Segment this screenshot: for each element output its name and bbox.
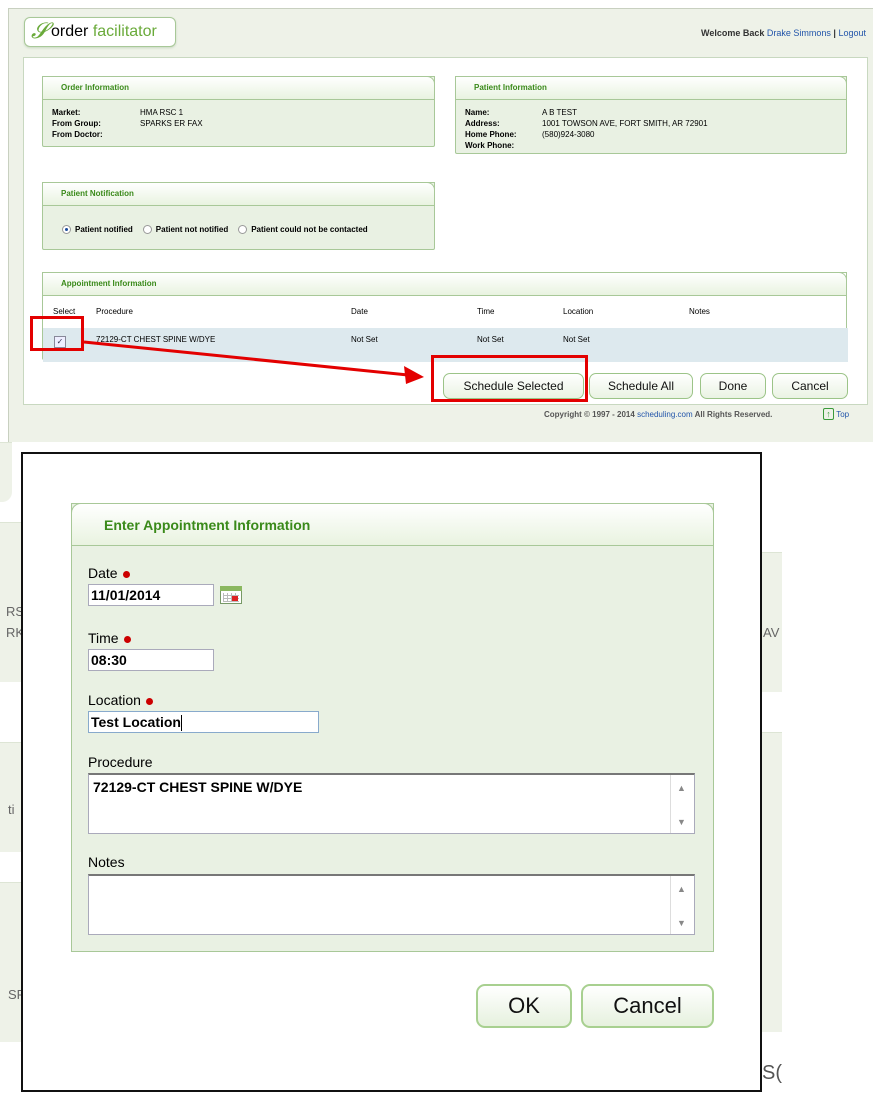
- ok-button[interactable]: OK: [476, 984, 572, 1028]
- notes-scrollbar[interactable]: ▲ ▼: [670, 876, 694, 934]
- procedure-scrollbar[interactable]: ▲ ▼: [670, 775, 694, 833]
- required-indicator: [123, 635, 131, 643]
- notes-label: Notes: [88, 854, 125, 870]
- scroll-down-icon[interactable]: ▼: [677, 918, 686, 928]
- bg-fragment: [0, 522, 21, 682]
- bg-fragment: [762, 552, 782, 692]
- location-input[interactable]: Test Location: [88, 711, 319, 733]
- annotation-arrow: [83, 340, 424, 384]
- dialog-title: Enter Appointment Information: [71, 503, 714, 546]
- appointment-form-panel: Enter Appointment Information Date 11/01…: [71, 503, 714, 952]
- bg-fragment: [0, 742, 21, 852]
- bg-fragment: [0, 442, 12, 502]
- date-label: Date: [88, 565, 130, 581]
- calendar-icon[interactable]: [220, 584, 244, 604]
- text-cursor: [180, 715, 182, 732]
- required-indicator: [145, 697, 153, 705]
- dialog-cancel-button[interactable]: Cancel: [581, 984, 714, 1028]
- procedure-label: Procedure: [88, 754, 153, 770]
- scroll-down-icon[interactable]: ▼: [677, 817, 686, 827]
- bg-text: AV: [763, 625, 780, 640]
- bg-text: S(: [762, 1062, 782, 1084]
- date-input[interactable]: 11/01/2014: [88, 584, 214, 606]
- procedure-textarea[interactable]: 72129-CT CHEST SPINE W/DYE ▲ ▼: [88, 773, 695, 834]
- appointment-dialog: Enter Appointment Information Date 11/01…: [21, 452, 762, 1092]
- scroll-up-icon[interactable]: ▲: [677, 884, 686, 894]
- scroll-up-icon[interactable]: ▲: [677, 783, 686, 793]
- arrow-line: [83, 340, 409, 377]
- bg-text: ti: [8, 802, 15, 817]
- bg-fragment: [0, 882, 21, 1042]
- required-indicator: [122, 570, 130, 578]
- arrow-head: [404, 366, 424, 384]
- notes-textarea[interactable]: ▲ ▼: [88, 874, 695, 935]
- time-label: Time: [88, 630, 131, 646]
- bg-fragment: [762, 732, 782, 1032]
- time-input[interactable]: 08:30: [88, 649, 214, 671]
- location-label: Location: [88, 692, 153, 708]
